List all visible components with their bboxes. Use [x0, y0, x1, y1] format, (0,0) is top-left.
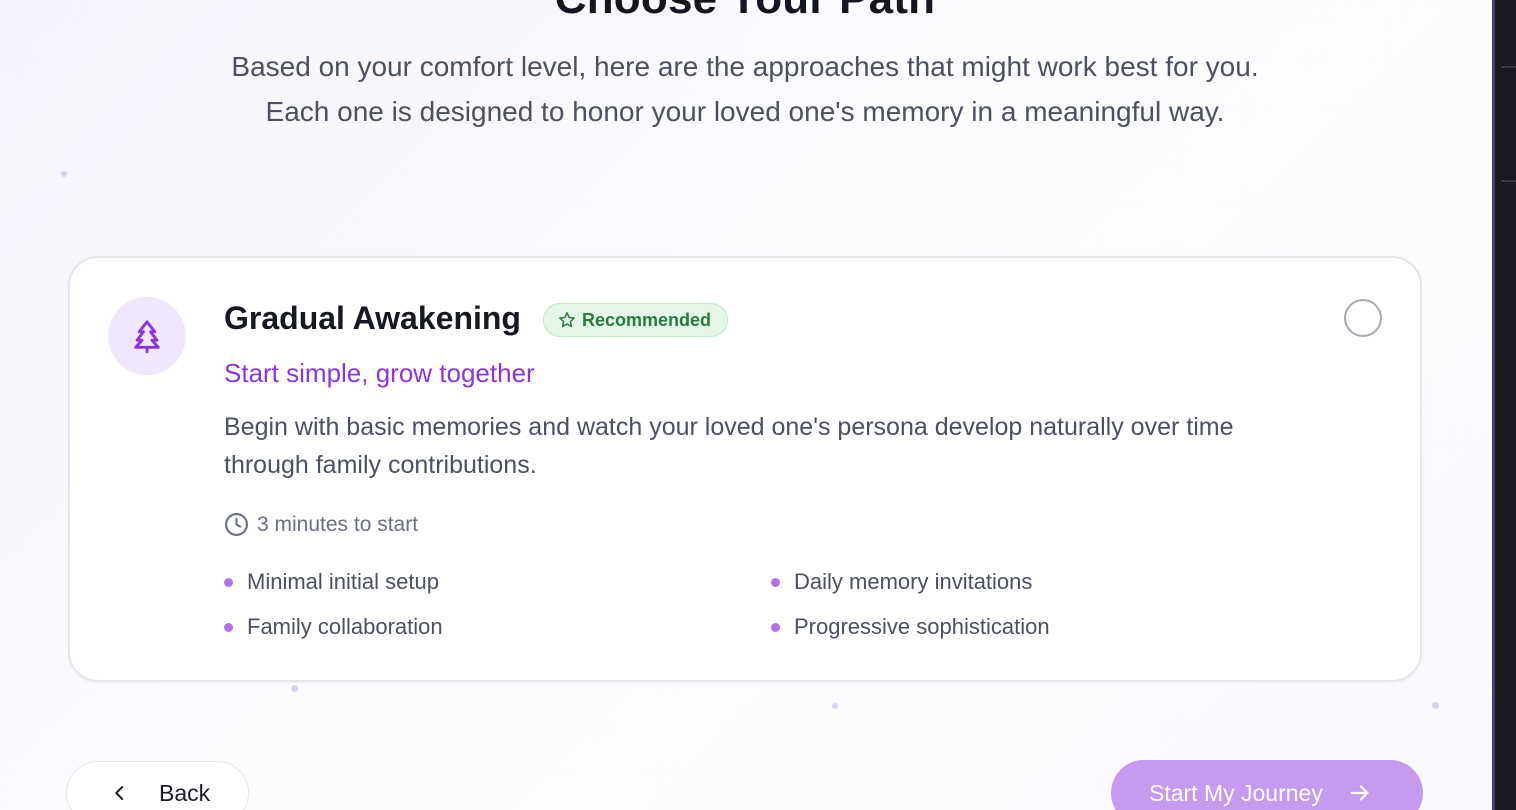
feature-label: Family collaboration [247, 614, 443, 639]
page-title: Choose Your Path [0, 0, 1490, 24]
option-description: Begin with basic memories and watch your… [224, 413, 1234, 479]
clock-icon [225, 513, 248, 536]
option-select-radio[interactable] [1344, 299, 1382, 337]
bullet-dot [224, 577, 233, 587]
time-estimate-label: 3 minutes to start [257, 512, 419, 536]
decorative-dot [61, 171, 67, 177]
feature-item: Daily memory invitations [771, 569, 1032, 595]
option-title: Gradual Awakening [224, 300, 521, 336]
feature-label: Daily memory invitations [794, 569, 1033, 594]
time-estimate: 3 minutes to start [224, 512, 418, 537]
option-icon-badge [108, 297, 186, 375]
back-button-label: Back [159, 779, 211, 806]
path-option-card[interactable]: Gradual Awakening Recommended Start simp… [68, 256, 1422, 682]
star-icon [559, 312, 575, 328]
page-subtitle: Based on your comfort level, here are th… [231, 51, 1259, 127]
window-edge [1492, 0, 1516, 810]
start-journey-label: Start My Journey [1149, 779, 1323, 806]
recommended-badge-label: Recommended [582, 309, 712, 330]
arrow-right-icon [1350, 785, 1369, 801]
feature-item: Progressive sophistication [771, 614, 1050, 640]
back-button[interactable]: Back [66, 761, 249, 810]
bullet-dot [771, 622, 780, 632]
bullet-dot [224, 622, 233, 632]
feature-item: Minimal initial setup [224, 569, 439, 595]
bullet-dot [771, 577, 780, 587]
feature-item: Family collaboration [224, 614, 443, 640]
feature-label: Minimal initial setup [247, 569, 439, 594]
recommended-badge: Recommended [543, 303, 729, 337]
chevron-left-icon [115, 786, 124, 800]
feature-label: Progressive sophistication [794, 614, 1050, 639]
decorative-dot [1432, 702, 1439, 709]
tree-icon [134, 320, 160, 353]
decorative-dot [291, 685, 298, 692]
start-journey-button[interactable]: Start My Journey [1111, 760, 1423, 810]
option-tagline: Start simple, grow together [224, 358, 535, 388]
decorative-dot [832, 703, 838, 709]
